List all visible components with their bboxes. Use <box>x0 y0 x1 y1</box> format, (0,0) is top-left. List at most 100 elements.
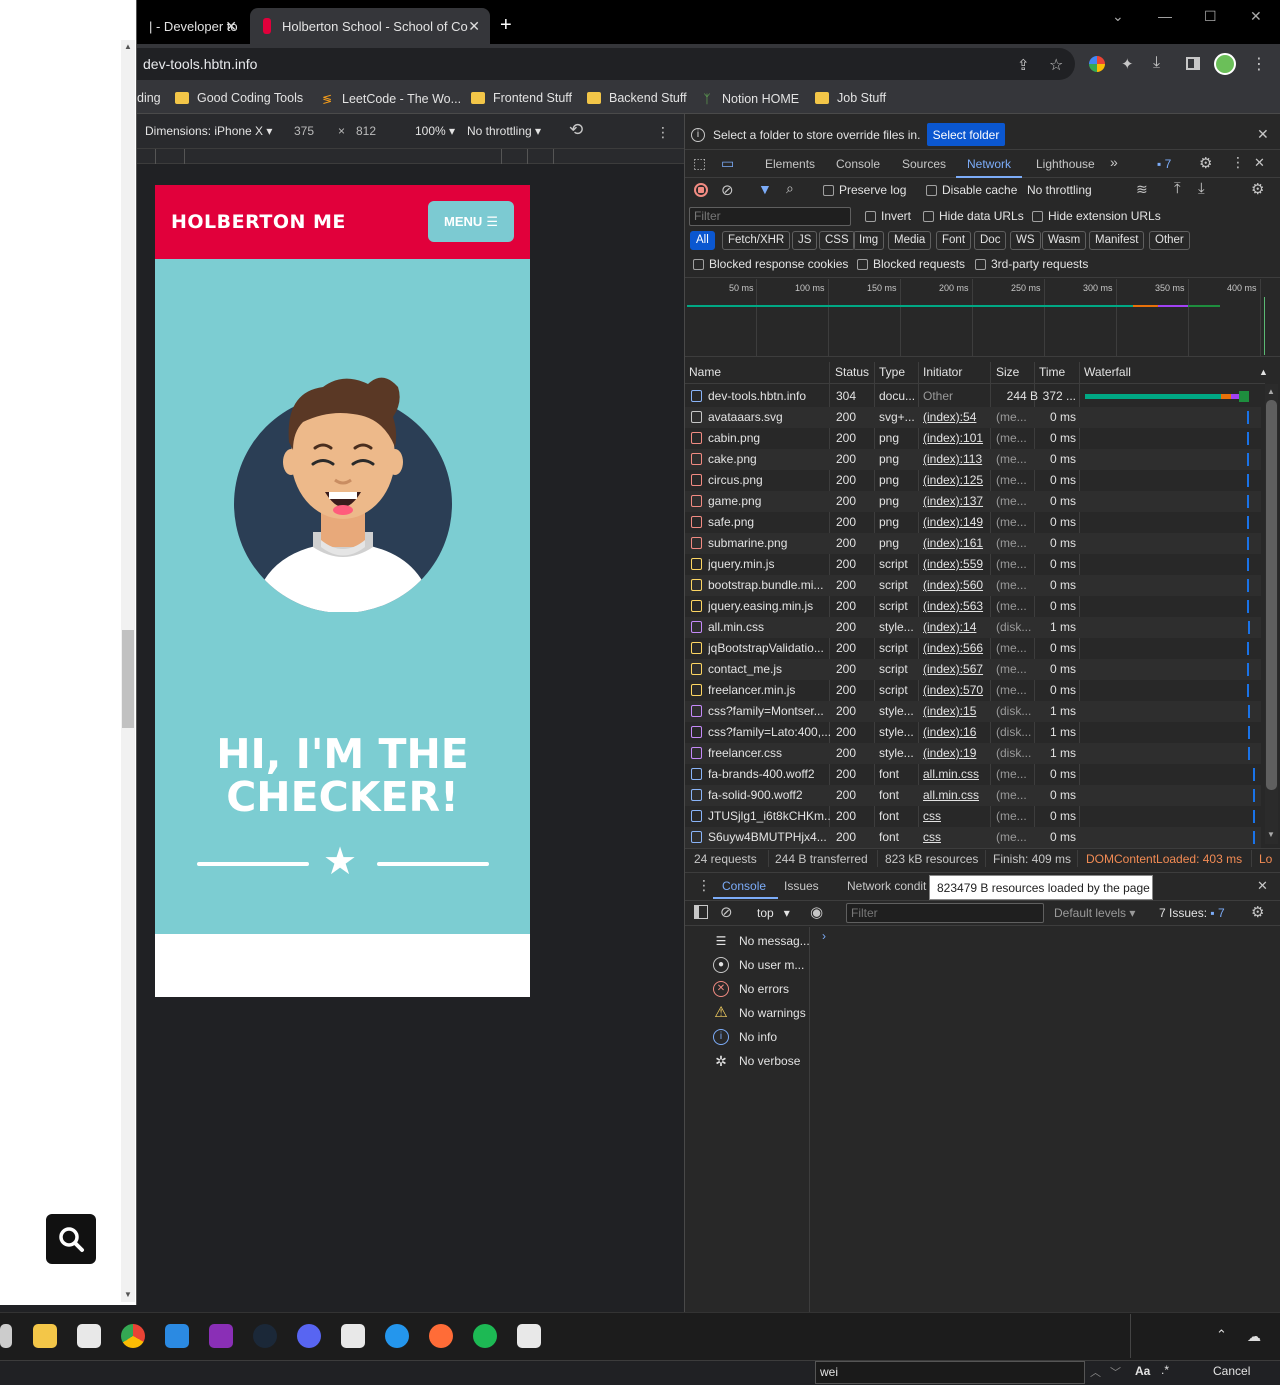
disable-cache-checkbox[interactable]: Disable cache <box>926 183 1017 197</box>
download-icon[interactable]: ⤓ <box>1153 54 1160 72</box>
cell-initiator[interactable]: (index):125 <box>923 473 993 487</box>
console-filter-input[interactable]: Filter <box>846 903 1044 923</box>
bookmark-item[interactable]: Frontend Stuff <box>471 91 572 105</box>
sidebar-verbose[interactable]: ✲ No verbose <box>713 1053 800 1069</box>
bookmark-item[interactable]: ≶ LeetCode - The Wo... <box>320 91 461 107</box>
type-filter-all[interactable]: All <box>690 231 715 250</box>
eye-icon[interactable]: ◉ <box>810 903 823 921</box>
type-filter-manifest[interactable]: Manifest <box>1089 231 1145 250</box>
table-row[interactable]: jqBootstrapValidatio... 200 script (index):… <box>685 638 1261 659</box>
blocked-requests-checkbox[interactable]: Blocked requests <box>857 257 965 271</box>
tab-holberton[interactable]: Holberton School - School of Co ✕ <box>250 8 490 44</box>
network-filter-input[interactable]: Filter <box>689 207 851 226</box>
hide-extension-urls-checkbox[interactable]: Hide extension URLs <box>1032 209 1161 223</box>
width-input[interactable]: 375 <box>294 124 314 138</box>
snipping-tool-icon[interactable] <box>517 1324 541 1348</box>
inspect-icon[interactable]: ⬚ <box>693 155 706 172</box>
find-input[interactable]: wei <box>815 1361 1085 1384</box>
avatar[interactable] <box>1214 53 1236 75</box>
table-row[interactable]: jquery.easing.min.js 200 script (index):563… <box>685 596 1261 617</box>
extension-color-icon[interactable] <box>1089 56 1105 72</box>
sidebar-errors[interactable]: ✕ No errors <box>713 981 789 997</box>
table-row[interactable]: bootstrap.bundle.mi... 200 script (index):5… <box>685 575 1261 596</box>
tab-elements[interactable]: Elements <box>765 157 815 171</box>
levels-select[interactable]: Default levels ▾ <box>1054 906 1135 920</box>
close-icon[interactable]: ✕ <box>1257 878 1268 894</box>
cell-initiator[interactable]: (index):570 <box>923 683 993 697</box>
slack-icon[interactable] <box>341 1324 365 1348</box>
third-party-checkbox[interactable]: 3rd-party requests <box>975 257 1088 271</box>
table-row[interactable]: contact_me.js 200 script (index):567 (me... 0… <box>685 659 1261 680</box>
cell-initiator[interactable]: (index):567 <box>923 662 993 676</box>
invert-checkbox[interactable]: Invert <box>865 209 911 223</box>
new-tab-icon[interactable]: + <box>500 14 512 37</box>
find-next-icon[interactable]: ﹀ <box>1110 1364 1121 1380</box>
steam-icon[interactable] <box>253 1324 277 1348</box>
table-row[interactable]: S6uyw4BMUTPHjx4... 200 font css (me... 0 ms <box>685 827 1261 848</box>
tab-sources[interactable]: Sources <box>902 157 946 171</box>
cell-initiator[interactable]: (index):137 <box>923 494 993 508</box>
type-filter-media[interactable]: Media <box>888 231 932 250</box>
zoom-select[interactable]: 100% ▾ <box>415 124 455 138</box>
drawer-menu-icon[interactable]: ⋮ <box>697 877 711 894</box>
table-scrollbar-thumb[interactable] <box>1266 400 1277 790</box>
side-panel-icon[interactable] <box>1186 57 1200 70</box>
table-row[interactable]: all.min.css 200 style... (index):14 (disk...… <box>685 617 1261 638</box>
search-icon[interactable]: ⌕ <box>786 180 794 197</box>
console-settings-gear-icon[interactable]: ⚙ <box>1251 903 1264 921</box>
site-brand[interactable]: HOLBERTON ME <box>171 211 346 233</box>
match-case-button[interactable]: Aa <box>1135 1364 1150 1378</box>
drawer-tab-network-conditions[interactable]: Network condit <box>847 879 926 893</box>
rotate-icon[interactable]: ⟲ <box>569 120 583 140</box>
upload-icon[interactable]: ⤒ <box>1174 180 1181 197</box>
type-filter-doc[interactable]: Doc <box>974 231 1007 250</box>
throttle-select[interactable]: No throttling ▾ <box>467 124 541 138</box>
settings-gear-icon[interactable]: ⚙ <box>1199 154 1212 172</box>
table-row[interactable]: safe.png 200 png (index):149 (me... 0 ms <box>685 512 1261 533</box>
cell-initiator[interactable]: (index):16 <box>923 725 993 739</box>
postman-icon[interactable] <box>429 1324 453 1348</box>
context-select[interactable]: top ▾ <box>757 906 790 920</box>
cloud-icon[interactable]: ☁ <box>1247 1328 1261 1345</box>
cell-initiator[interactable]: (index):560 <box>923 578 993 592</box>
record-icon[interactable] <box>694 183 708 197</box>
more-tabs-icon[interactable]: » <box>1110 154 1118 170</box>
chevron-up-icon[interactable]: ⌃ <box>1216 1327 1227 1343</box>
file-explorer-icon[interactable] <box>33 1324 57 1348</box>
cell-initiator[interactable]: (index):566 <box>923 641 993 655</box>
hide-data-urls-checkbox[interactable]: Hide data URLs <box>923 209 1024 223</box>
table-row[interactable]: game.png 200 png (index):137 (me... 0 ms <box>685 491 1261 512</box>
type-filter-other[interactable]: Other <box>1149 231 1190 250</box>
tab-console[interactable]: Console <box>836 157 880 171</box>
table-row[interactable]: fa-solid-900.woff2 200 font all.min.css (me.… <box>685 785 1261 806</box>
resources-size[interactable]: 823 kB resources <box>885 852 978 866</box>
sidebar-warnings[interactable]: ⚠ No warnings <box>713 1005 805 1021</box>
checkbox[interactable] <box>926 184 937 196</box>
close-icon[interactable]: ✕ <box>1257 126 1269 143</box>
share-icon[interactable]: ⇪ <box>1017 56 1030 74</box>
vscode-icon[interactable] <box>165 1324 189 1348</box>
cell-initiator[interactable]: all.min.css <box>923 767 993 781</box>
cell-initiator[interactable]: (index):161 <box>923 536 993 550</box>
select-folder-button[interactable]: Select folder <box>927 123 1005 146</box>
table-row[interactable]: fa-brands-400.woff2 200 font all.min.css (me… <box>685 764 1261 785</box>
cell-initiator[interactable]: (index):54 <box>923 410 993 424</box>
col-name[interactable]: Name <box>689 365 721 379</box>
cell-initiator[interactable]: (index):563 <box>923 599 993 613</box>
table-row[interactable]: cabin.png 200 png (index):101 (me... 0 ms <box>685 428 1261 449</box>
left-scrollbar-thumb[interactable] <box>122 630 134 728</box>
find-prev-icon[interactable]: ︿ <box>1090 1364 1101 1380</box>
type-filter-wasm[interactable]: Wasm <box>1042 231 1087 250</box>
col-initiator[interactable]: Initiator <box>923 365 962 379</box>
scroll-down-icon[interactable]: ▼ <box>1267 830 1275 839</box>
col-status[interactable]: Status <box>835 365 869 379</box>
devtools-more-icon[interactable]: ⋮ <box>1231 154 1245 171</box>
cell-initiator[interactable]: (index):15 <box>923 704 993 718</box>
type-filter-ws[interactable]: WS <box>1010 231 1041 250</box>
minimize-icon[interactable]: — <box>1158 8 1172 24</box>
checkbox[interactable] <box>923 210 934 222</box>
download-icon[interactable]: ⤓ <box>1198 180 1205 197</box>
cell-initiator[interactable]: css <box>923 830 993 844</box>
checkbox[interactable] <box>823 184 834 196</box>
preserve-log-checkbox[interactable]: Preserve log <box>823 183 906 197</box>
